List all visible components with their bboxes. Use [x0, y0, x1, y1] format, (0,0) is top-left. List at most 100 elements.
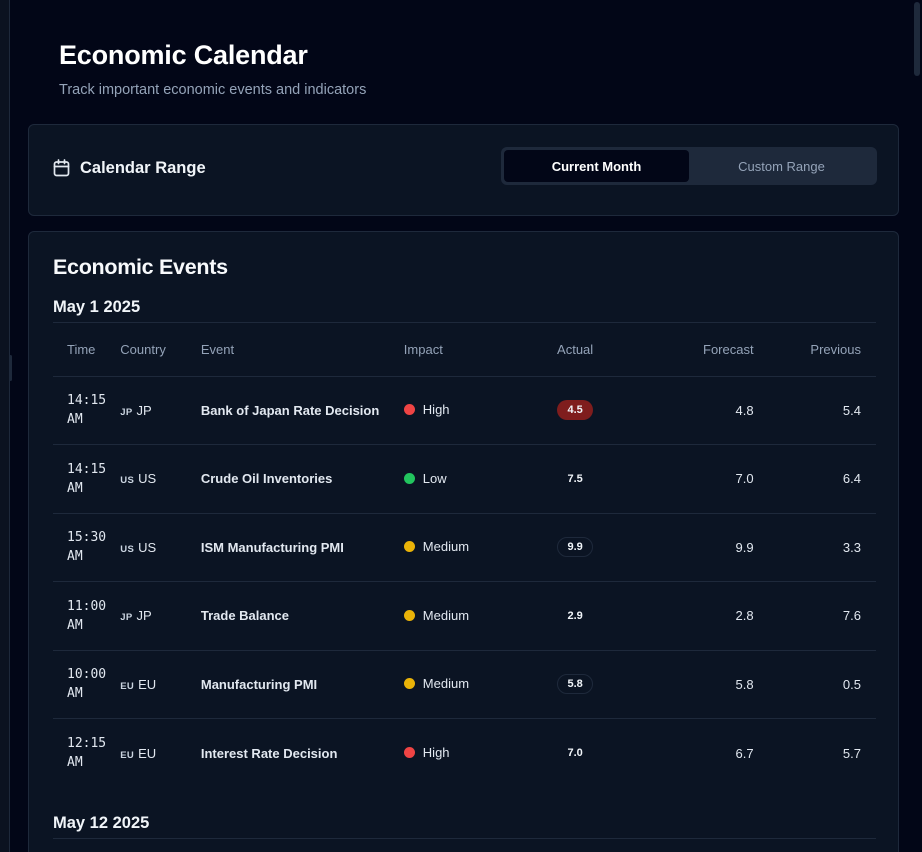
column-header-forecast[interactable]: Forecast: [631, 323, 754, 377]
event-actual: 9.9: [519, 513, 632, 582]
country-code: US: [120, 543, 135, 555]
event-name: Trade Balance: [200, 581, 404, 651]
page-scrollbar[interactable]: [912, 0, 922, 852]
country-code: JP: [120, 406, 133, 418]
column-header-event[interactable]: Event: [200, 323, 404, 377]
current-month-button[interactable]: Current Month: [504, 150, 689, 182]
forecast-value: 6.7: [735, 745, 754, 761]
calendar-range-title: Calendar Range: [80, 158, 206, 177]
table-row[interactable]: 10:00 AM EU EU Manufacturing PMI Medium 5…: [53, 650, 876, 719]
forecast-value: 4.8: [735, 402, 754, 418]
left-panel-edge: [0, 0, 12, 852]
event-impact: High: [403, 376, 520, 445]
country-code: JP: [120, 612, 133, 624]
country-code: EU: [120, 680, 135, 692]
event-forecast: 2.8: [631, 581, 754, 651]
table-header-row: Time Country Event Impact Actual Forecas…: [53, 323, 876, 377]
event-name: Bank of Japan Rate Decision: [200, 376, 404, 445]
event-time: 12:15 AM: [67, 736, 107, 770]
event-impact: Medium: [403, 513, 520, 582]
date-heading: May 12 2025: [53, 814, 150, 832]
impact-label: Medium: [422, 607, 470, 623]
event-previous: 6.4: [753, 444, 876, 514]
previous-value: 7.6: [842, 608, 861, 624]
table-row[interactable]: 15:30 AM US US ISM Manufacturing PMI Medi…: [53, 513, 876, 582]
custom-range-button[interactable]: Custom Range: [689, 150, 874, 182]
event-actual: 4.5: [519, 376, 632, 445]
event-previous: 3.3: [753, 513, 876, 582]
divider: [53, 838, 876, 839]
table-row[interactable]: 14:15 AM US US Crude Oil Inventories Low …: [53, 444, 876, 514]
country-code: US: [120, 475, 135, 487]
event-impact: Medium: [403, 650, 520, 719]
country-name: JP: [136, 402, 152, 418]
event-country: US US: [120, 444, 201, 514]
actual-value-badge: 7.0: [567, 747, 583, 759]
impact-dot-icon: [403, 404, 415, 416]
event-country: JP JP: [120, 376, 201, 445]
table-row[interactable]: 11:00 AM JP JP Trade Balance Medium 2.9 2…: [53, 581, 876, 651]
event-forecast: 9.9: [631, 513, 754, 582]
event-impact: High: [403, 719, 519, 788]
event-country: JP JP: [120, 581, 201, 651]
calendar-icon: [53, 159, 70, 177]
event-actual: 7.5: [519, 444, 632, 514]
impact-label: Medium: [422, 539, 470, 555]
table-row[interactable]: 14:15 AM JP JP Bank of Japan Rate Decisio…: [53, 376, 876, 445]
event-forecast: 6.7: [631, 719, 754, 788]
country-name: US: [138, 471, 157, 487]
scrollbar-thumb[interactable]: [914, 2, 920, 76]
event-time: 11:00 AM: [53, 581, 121, 651]
column-header-impact[interactable]: Impact: [403, 323, 520, 377]
event-impact: Low: [403, 444, 520, 514]
event-time: 14:15 AM: [53, 376, 121, 445]
calendar-range-card: Calendar Range Current Month Custom Rang…: [28, 124, 899, 216]
column-header-actual[interactable]: Actual: [519, 323, 632, 377]
country-name: US: [138, 539, 157, 555]
date-heading: May 1 2025: [53, 298, 141, 316]
impact-label: High: [422, 745, 450, 760]
previous-value: 5.4: [842, 402, 861, 418]
actual-value-badge: 9.9: [557, 537, 594, 558]
event-name: Interest Rate Decision: [200, 745, 338, 761]
event-impact: Medium: [403, 581, 520, 651]
event-previous: 0.5: [753, 650, 876, 719]
page-title: Economic Calendar: [59, 40, 308, 70]
event-country: EU EU: [120, 719, 201, 788]
previous-value: 6.4: [842, 471, 861, 487]
event-previous: 7.6: [753, 581, 876, 651]
previous-value: 5.7: [842, 745, 861, 761]
column-header-country[interactable]: Country: [120, 323, 201, 377]
forecast-value: 7.0: [735, 471, 754, 487]
event-forecast: 5.8: [631, 650, 754, 719]
range-toggle: Current Month Custom Range: [501, 147, 877, 185]
event-forecast: 7.0: [631, 444, 754, 514]
event-country: US US: [120, 513, 201, 582]
event-country: EU EU: [120, 650, 201, 719]
event-time: 14:15 AM: [53, 444, 121, 514]
event-actual: 5.8: [519, 650, 632, 719]
event-actual: 7.0: [519, 719, 631, 788]
actual-value-badge: 4.5: [557, 400, 594, 421]
actual-value-badge: 5.8: [557, 674, 594, 695]
event-name: ISM Manufacturing PMI: [200, 513, 404, 582]
page-subtitle: Track important economic events and indi…: [59, 82, 367, 98]
previous-value: 3.3: [842, 539, 861, 555]
event-time: 10:00 AM: [53, 650, 121, 719]
event-time: 15:30 AM: [53, 513, 121, 582]
event-actual: 2.9: [519, 581, 632, 651]
country-code: EU: [120, 749, 135, 761]
table-row[interactable]: 12:15 AM EU EU Interest Rate Decision Hig…: [53, 719, 876, 788]
country-name: EU: [138, 745, 157, 761]
column-header-previous[interactable]: Previous: [753, 323, 876, 377]
resize-handle[interactable]: [9, 355, 12, 381]
event-name: Manufacturing PMI: [200, 650, 404, 719]
column-header-time[interactable]: Time: [53, 323, 121, 377]
impact-label: Medium: [422, 676, 470, 692]
event-name: Crude Oil Inventories: [200, 444, 404, 514]
event-previous: 5.7: [754, 719, 876, 788]
event-forecast: 4.8: [631, 376, 754, 445]
actual-value-badge: 2.9: [567, 609, 583, 622]
events-table: Time Country Event Impact Actual Forecas…: [53, 323, 876, 787]
events-title: Economic Events: [53, 255, 228, 279]
